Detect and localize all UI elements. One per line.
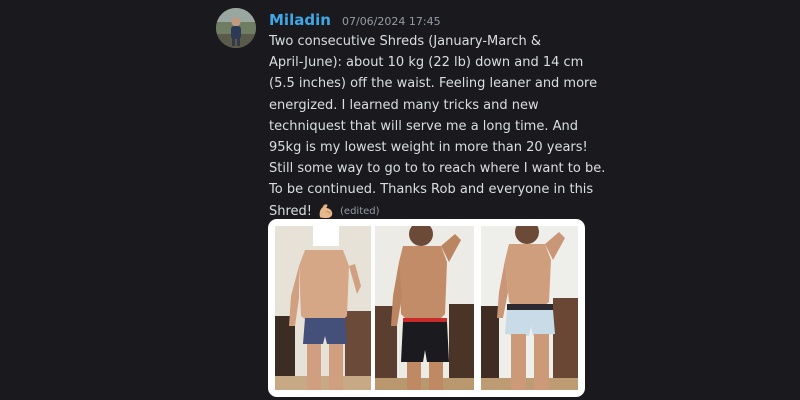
progress-photo-1[interactable] (275, 226, 371, 390)
user-avatar[interactable] (216, 8, 256, 48)
message-line: energized. I learned many tricks and new (269, 97, 539, 113)
message-line: Two consecutive Shreds (January-March & (269, 34, 541, 49)
message-content: Two consecutive Shreds (January-March & … (269, 31, 606, 222)
username[interactable]: Miladin (269, 11, 331, 29)
message-line: April-June): about 10 kg (22 lb) down an… (269, 55, 584, 71)
message-line: techniquest that will serve me a long ti… (269, 118, 578, 134)
progress-photo-2[interactable] (375, 226, 474, 390)
message-line: 95kg is my lowest weight in more than 20… (269, 140, 588, 156)
message-line: (5.5 inches) off the waist. Feeling lean… (269, 76, 598, 92)
image-attachment[interactable] (268, 219, 585, 397)
message-line: To be continued. Thanks Rob and everyone… (269, 182, 594, 198)
message-header: Miladin 07/06/2024 17:45 (269, 10, 441, 29)
chat-message: Miladin 07/06/2024 17:45 Two consecutive… (0, 0, 800, 400)
message-line: Still some way to go to to reach where I… (269, 161, 606, 177)
progress-photo-3[interactable] (481, 226, 578, 390)
timestamp: 07/06/2024 17:45 (341, 15, 441, 28)
